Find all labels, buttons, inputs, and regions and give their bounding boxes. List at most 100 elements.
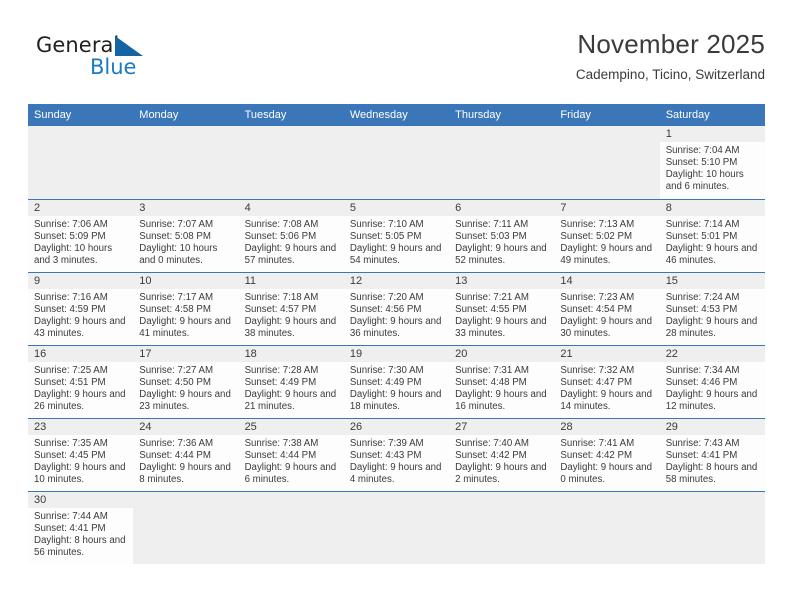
day-cell[interactable]: 20 Sunrise: 7:31 AM Sunset: 4:48 PM Dayligh… <box>449 346 555 418</box>
sunrise-text: Sunrise: 7:14 AM <box>665 219 740 230</box>
sunset-text: Sunset: 5:08 PM <box>139 230 211 242</box>
day-number: 10 <box>133 273 239 289</box>
day-cell[interactable]: 4 Sunrise: 7:08 AM Sunset: 5:06 PM Daylight… <box>238 200 344 272</box>
sunset-text: Sunset: 4:41 PM <box>34 522 106 534</box>
day-cell[interactable]: 30 Sunrise: 7:44 AM Sunset: 4:41 PM Dayligh… <box>28 492 134 564</box>
day-details: Sunrise: 7:20 AM Sunset: 4:56 PM Daylight:… <box>344 289 449 340</box>
sunset-text: Sunset: 4:48 PM <box>455 376 527 388</box>
day-details: Sunrise: 7:23 AM Sunset: 4:54 PM Daylight:… <box>554 289 659 340</box>
daylight-text: Daylight: 9 hours and 38 minutes. <box>244 315 337 339</box>
day-number: 27 <box>449 419 555 435</box>
sunrise-text: Sunrise: 7:27 AM <box>139 365 214 376</box>
day-number: 24 <box>133 419 239 435</box>
day-number: 3 <box>133 200 239 216</box>
day-cell[interactable]: 7 Sunrise: 7:13 AM Sunset: 5:02 PM Daylight… <box>554 200 660 272</box>
sunset-text: Sunset: 4:58 PM <box>139 303 211 315</box>
day-number: 11 <box>238 273 344 289</box>
day-cell-empty <box>449 126 555 199</box>
day-cell[interactable]: 3 Sunrise: 7:07 AM Sunset: 5:08 PM Daylight… <box>133 200 239 272</box>
day-cell[interactable]: 14 Sunrise: 7:23 AM Sunset: 4:54 PM Dayligh… <box>554 273 660 345</box>
sunset-text: Sunset: 4:44 PM <box>244 449 317 461</box>
day-details: Sunrise: 7:28 AM Sunset: 4:49 PM Daylight:… <box>239 362 344 413</box>
weekday-saturday: Saturday <box>665 109 710 121</box>
sunset-text: Sunset: 5:01 PM <box>665 230 738 242</box>
sunset-text: Sunset: 4:55 PM <box>455 303 527 315</box>
day-cell-empty <box>238 126 344 199</box>
day-cell[interactable]: 8 Sunrise: 7:14 AM Sunset: 5:01 PM Daylight… <box>659 200 765 272</box>
day-number: 14 <box>554 273 660 289</box>
day-cell[interactable]: 25 Sunrise: 7:38 AM Sunset: 4:44 PM Dayligh… <box>238 419 344 491</box>
day-cell[interactable]: 10 Sunrise: 7:17 AM Sunset: 4:58 PM Dayligh… <box>133 273 239 345</box>
day-cell[interactable]: 28 Sunrise: 7:41 AM Sunset: 4:42 PM Dayligh… <box>554 419 660 491</box>
day-cell[interactable]: 21 Sunrise: 7:32 AM Sunset: 4:47 PM Dayligh… <box>554 346 660 418</box>
sunrise-text: Sunrise: 7:18 AM <box>244 292 319 303</box>
sunset-text: Sunset: 4:51 PM <box>34 376 106 388</box>
sunset-text: Sunset: 4:41 PM <box>665 449 738 461</box>
day-cell[interactable]: 2 Sunrise: 7:06 AM Sunset: 5:09 PM Daylight… <box>28 200 134 272</box>
sunset-text: Sunset: 4:42 PM <box>560 449 633 461</box>
weekday-monday: Monday <box>139 109 179 121</box>
day-number: 16 <box>28 346 134 362</box>
sunset-text: Sunset: 4:53 PM <box>665 303 738 315</box>
daylight-text: Daylight: 9 hours and 0 minutes. <box>560 461 652 485</box>
day-cell-empty <box>554 126 660 199</box>
sunrise-text: Sunrise: 7:43 AM <box>665 438 740 449</box>
day-number: 15 <box>659 273 765 289</box>
day-details: Sunrise: 7:08 AM Sunset: 5:06 PM Daylight:… <box>239 216 344 267</box>
daylight-text: Daylight: 9 hours and 8 minutes. <box>139 461 231 485</box>
day-cell[interactable]: 11 Sunrise: 7:18 AM Sunset: 4:57 PM Dayligh… <box>238 273 344 345</box>
sunset-text: Sunset: 4:42 PM <box>455 449 527 461</box>
page-title: November 2025 <box>577 29 765 59</box>
day-cell-empty <box>133 492 239 564</box>
weekday-tuesday: Tuesday <box>244 109 287 121</box>
day-cell[interactable]: 18 Sunrise: 7:28 AM Sunset: 4:49 PM Dayligh… <box>238 346 344 418</box>
day-cell[interactable]: 26 Sunrise: 7:39 AM Sunset: 4:43 PM Dayligh… <box>343 419 450 491</box>
day-number: 8 <box>659 200 765 216</box>
day-cell[interactable]: 12 Sunrise: 7:20 AM Sunset: 4:56 PM Dayligh… <box>343 273 450 345</box>
calendar-week-row: 2 Sunrise: 7:06 AM Sunset: 5:09 PM Daylight… <box>28 199 765 272</box>
day-details: Sunrise: 7:35 AM Sunset: 4:45 PM Daylight:… <box>28 435 133 486</box>
day-details: Sunrise: 7:43 AM Sunset: 4:41 PM Daylight:… <box>660 435 765 486</box>
day-cell-empty <box>28 126 134 199</box>
calendar-week-row: 30 Sunrise: 7:44 AM Sunset: 4:41 PM Dayligh… <box>28 491 765 564</box>
sunrise-text: Sunrise: 7:21 AM <box>455 292 529 303</box>
calendar-week-row: 9 Sunrise: 7:16 AM Sunset: 4:59 PM Daylight… <box>28 272 765 345</box>
weekday-wednesday: Wednesday <box>349 109 408 121</box>
sunrise-text: Sunrise: 7:20 AM <box>349 292 424 303</box>
sunset-text: Sunset: 4:49 PM <box>349 376 422 388</box>
day-cell[interactable]: 13 Sunrise: 7:21 AM Sunset: 4:55 PM Dayligh… <box>449 273 555 345</box>
daylight-text: Daylight: 9 hours and 43 minutes. <box>34 315 126 339</box>
sunrise-text: Sunrise: 7:31 AM <box>455 365 529 376</box>
day-number: 12 <box>343 273 450 289</box>
day-details: Sunrise: 7:38 AM Sunset: 4:44 PM Daylight:… <box>239 435 344 486</box>
day-number: 7 <box>554 200 660 216</box>
daylight-text: Daylight: 9 hours and 23 minutes. <box>139 388 231 412</box>
day-cell[interactable]: 23 Sunrise: 7:35 AM Sunset: 4:45 PM Dayligh… <box>28 419 134 491</box>
day-cell[interactable]: 15 Sunrise: 7:24 AM Sunset: 4:53 PM Dayligh… <box>659 273 765 345</box>
day-cell[interactable]: 6 Sunrise: 7:11 AM Sunset: 5:03 PM Daylight… <box>449 200 555 272</box>
day-cell[interactable]: 24 Sunrise: 7:36 AM Sunset: 4:44 PM Dayligh… <box>133 419 239 491</box>
sunrise-text: Sunrise: 7:44 AM <box>34 511 108 522</box>
day-number: 26 <box>343 419 450 435</box>
day-cell[interactable]: 17 Sunrise: 7:27 AM Sunset: 4:50 PM Dayligh… <box>133 346 239 418</box>
daylight-text: Daylight: 9 hours and 16 minutes. <box>455 388 547 412</box>
day-cell[interactable]: 29 Sunrise: 7:43 AM Sunset: 4:41 PM Dayligh… <box>659 419 765 491</box>
day-cell[interactable]: 19 Sunrise: 7:30 AM Sunset: 4:49 PM Dayligh… <box>343 346 450 418</box>
daylight-text: Daylight: 9 hours and 18 minutes. <box>349 388 442 412</box>
day-cell[interactable]: 27 Sunrise: 7:40 AM Sunset: 4:42 PM Dayligh… <box>449 419 555 491</box>
weekday-sunday: Sunday <box>34 109 72 121</box>
daylight-text: Daylight: 9 hours and 26 minutes. <box>34 388 126 412</box>
sunset-text: Sunset: 5:05 PM <box>349 230 422 242</box>
day-number: 1 <box>659 126 765 142</box>
day-cell[interactable]: 22 Sunrise: 7:34 AM Sunset: 4:46 PM Dayligh… <box>659 346 765 418</box>
sunrise-text: Sunrise: 7:39 AM <box>349 438 424 449</box>
day-cell[interactable]: 5 Sunrise: 7:10 AM Sunset: 5:05 PM Daylight… <box>343 200 450 272</box>
day-number: 20 <box>449 346 555 362</box>
day-cell[interactable]: 9 Sunrise: 7:16 AM Sunset: 4:59 PM Daylight… <box>28 273 134 345</box>
day-details: Sunrise: 7:13 AM Sunset: 5:02 PM Daylight:… <box>554 216 659 267</box>
day-details: Sunrise: 7:10 AM Sunset: 5:05 PM Daylight:… <box>344 216 449 267</box>
day-number: 2 <box>28 200 134 216</box>
day-cell[interactable]: 16 Sunrise: 7:25 AM Sunset: 4:51 PM Dayligh… <box>28 346 134 418</box>
day-cell[interactable]: 1 Sunrise: 7:04 AM Sunset: 5:10 PM Daylight… <box>659 126 765 199</box>
sunset-text: Sunset: 4:50 PM <box>139 376 211 388</box>
